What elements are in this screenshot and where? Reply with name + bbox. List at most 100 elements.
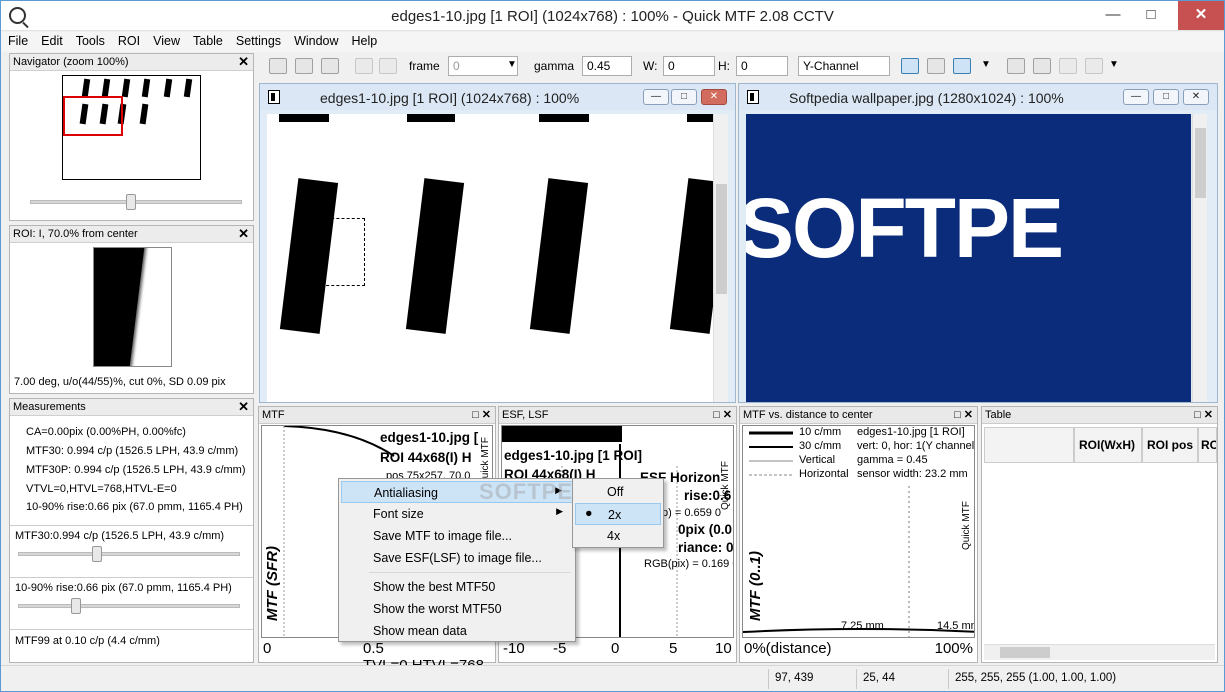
navigator-header: Navigator (zoom 100%) ✕ [10, 54, 253, 71]
undo-icon[interactable] [355, 58, 373, 74]
copy-roi-icon[interactable] [1033, 58, 1051, 74]
view-dropdown-arrow-icon[interactable]: ▼ [981, 59, 991, 70]
measurements-header: Measurements ✕ [10, 399, 253, 416]
navigator-close-icon[interactable]: ✕ [238, 54, 249, 70]
rise-slider-label: 10-90% rise:0.66 pix (67.0 pmm, 1165.4 P… [15, 582, 232, 594]
distance-plot-area[interactable]: 10 c/mm 30 c/mm Vertical Horizontal edge… [742, 425, 975, 638]
esf-x-tick: 10 [715, 640, 732, 657]
channel-select[interactable]: Y-Channel [798, 56, 890, 76]
doc2-minimize-button[interactable]: — [1123, 89, 1149, 105]
esf-info-line: 0pix (0.0 [678, 522, 733, 537]
menu-roi[interactable]: ROI [111, 32, 146, 48]
roi-close-icon[interactable]: ✕ [238, 226, 249, 242]
doc2-close-button[interactable]: ✕ [1183, 89, 1209, 105]
table-panel-controls[interactable]: □ ✕ [1194, 408, 1213, 421]
distance-info-line: sensor width: 23.2 mm [857, 468, 968, 480]
legend-horizontal: Horizontal [799, 468, 849, 480]
measurements-close-icon[interactable]: ✕ [238, 399, 249, 415]
submenu-item-off[interactable]: Off [575, 481, 661, 503]
submenu-item-4x[interactable]: 4x [575, 525, 661, 547]
distance-panel-controls[interactable]: □ ✕ [954, 408, 973, 421]
mtf-curve-icon[interactable] [901, 58, 919, 74]
open-folder-icon[interactable] [269, 58, 287, 74]
roi-header: ROI: I, 70.0% from center ✕ [10, 226, 253, 243]
doc1-close-button[interactable]: ✕ [701, 89, 727, 105]
minimize-button[interactable]: — [1096, 1, 1130, 30]
esf-info-line: RGB(pix) = 0.169 0 [644, 558, 734, 570]
menu-item-worst-mtf50[interactable]: Show the worst MTF50 [341, 598, 573, 620]
table-panel-header: Table □ ✕ [982, 407, 1217, 424]
mtf99-slider-label: MTF99 at 0.10 c/p (4.4 c/mm) [15, 635, 160, 647]
move-roi-icon[interactable] [1059, 58, 1077, 74]
menu-item-mean-data[interactable]: Show mean data [341, 620, 573, 642]
menu-item-save-esf[interactable]: Save ESF(LSF) to image file... [341, 547, 573, 569]
lsf-curve-icon[interactable] [927, 58, 945, 74]
menu-tools[interactable]: Tools [69, 32, 111, 48]
rise-slider[interactable] [18, 604, 240, 608]
doc2-vertical-scrollbar[interactable] [1192, 114, 1207, 402]
mtf-info-line: edges1-10.jpg [ [380, 430, 479, 445]
menu-item-font-size[interactable]: Font size ▶ [341, 503, 573, 525]
doc2-image-canvas[interactable]: SOFTPE [746, 114, 1191, 402]
maximize-button[interactable]: □ [1134, 1, 1168, 30]
gamma-input[interactable]: 0.45 [582, 56, 632, 76]
table-horizontal-scrollbar[interactable] [984, 644, 1215, 660]
table-col-header[interactable]: ROI(WxH) [1074, 427, 1142, 463]
navigator-thumbnail[interactable] [62, 75, 201, 180]
navigator-zoom-thumb[interactable] [126, 194, 136, 210]
table-col-header[interactable]: RO [1198, 427, 1217, 463]
menu-help[interactable]: Help [345, 32, 384, 48]
save-icon[interactable] [321, 58, 339, 74]
menu-view[interactable]: View [146, 32, 186, 48]
mtf-y-axis-label: MTF (SFR) [264, 546, 281, 621]
delete-roi-icon[interactable] [1085, 58, 1103, 74]
open-folder-2-icon[interactable] [295, 58, 313, 74]
menu-edit[interactable]: Edit [34, 32, 69, 48]
mtf-info-line: ROI 44x68(I) H [380, 450, 472, 465]
doc2-maximize-button[interactable]: □ [1153, 89, 1179, 105]
status-image-position: 25, 44 [856, 669, 948, 689]
menu-item-best-mtf50[interactable]: Show the best MTF50 [341, 576, 573, 598]
toolbar: frame 0 ▼ gamma 0.45 W: 0 H: 0 Y-Channel… [259, 54, 1224, 80]
rise-slider-thumb[interactable] [71, 598, 81, 614]
gamma-label: gamma [534, 59, 575, 73]
status-pixel-value: 255, 255, 255 (1.00, 1.00, 1.00) [948, 669, 1148, 689]
doc1-image-canvas[interactable] [267, 114, 713, 402]
redo-icon[interactable] [379, 58, 397, 74]
navigator-zoom-slider[interactable] [30, 200, 242, 204]
table-col-header[interactable]: ROI pos [1142, 427, 1198, 463]
esf-panel-controls[interactable]: □ ✕ [713, 408, 732, 421]
title-bar: edges1-10.jpg [1 ROI] (1024x768) : 100% … [1, 1, 1224, 31]
close-button[interactable]: ✕ [1178, 1, 1224, 30]
submenu-item-2x[interactable]: ● 2x [575, 503, 661, 525]
roi-selection-box[interactable] [321, 218, 365, 286]
esf-x-tick: 0 [611, 640, 620, 657]
table-panel: Table □ ✕ ROI(WxH) ROI pos RO [981, 406, 1218, 663]
doc1-vertical-scrollbar[interactable] [713, 114, 728, 402]
doc2-title: Softpedia wallpaper.jpg (1280x1024) : 10… [789, 90, 1064, 106]
height-input[interactable]: 0 [736, 56, 788, 76]
mtf30-slider-thumb[interactable] [92, 546, 103, 562]
menu-table[interactable]: Table [186, 32, 229, 48]
esf-x-tick: -5 [553, 640, 567, 657]
height-label: H: [718, 59, 730, 73]
menu-file[interactable]: File [1, 32, 34, 48]
doc1-minimize-button[interactable]: — [643, 89, 669, 105]
menu-separator [369, 572, 571, 573]
width-input[interactable]: 0 [663, 56, 715, 76]
doc1-maximize-button[interactable]: □ [671, 89, 697, 105]
mtf30-slider[interactable] [18, 552, 240, 556]
distance-mark-2: 14.5 mm [937, 620, 974, 632]
add-roi-icon[interactable] [1007, 58, 1025, 74]
mtf-panel-controls[interactable]: □ ✕ [472, 408, 491, 421]
frame-dropdown-arrow-icon[interactable]: ▼ [507, 59, 517, 70]
menu-window[interactable]: Window [287, 32, 344, 48]
menu-settings[interactable]: Settings [229, 32, 287, 48]
legend-10-cmm: 10 c/mm [799, 426, 842, 438]
navigator-viewport-frame[interactable] [63, 96, 123, 136]
menu-item-save-mtf[interactable]: Save MTF to image file... [341, 525, 573, 547]
roi-dropdown-arrow-icon[interactable]: ▼ [1109, 59, 1119, 70]
esf-curve-icon[interactable] [953, 58, 971, 74]
legend-30-cmm: 30 c/mm [799, 440, 842, 452]
document-window-softpedia: Softpedia wallpaper.jpg (1280x1024) : 10… [738, 83, 1218, 403]
